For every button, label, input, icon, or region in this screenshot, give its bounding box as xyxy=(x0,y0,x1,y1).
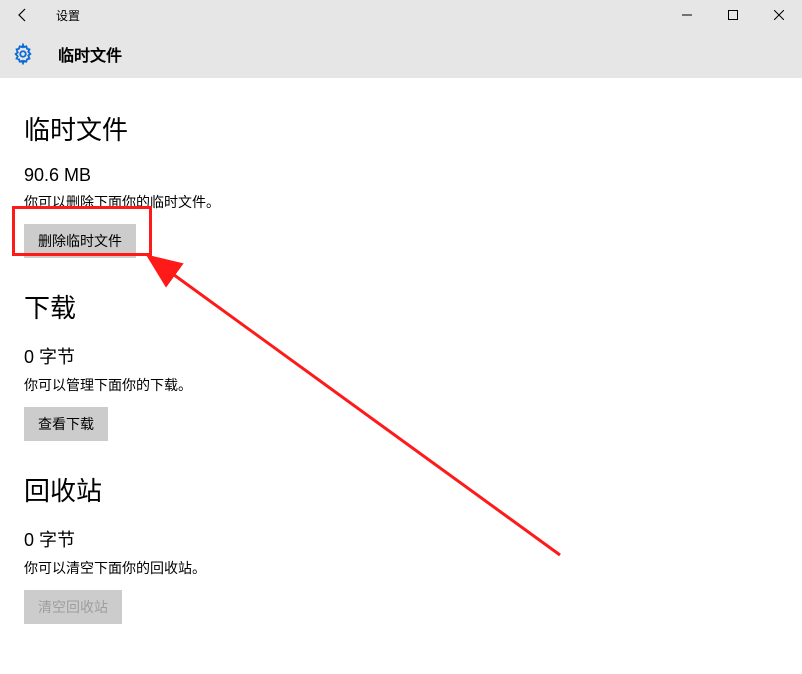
titlebar: 设置 xyxy=(0,0,802,30)
section-temp-files: 临时文件 90.6 MB 你可以删除下面你的临时文件。 删除临时文件 xyxy=(24,110,778,258)
downloads-size: 0 字节 xyxy=(24,343,778,369)
downloads-desc: 你可以管理下面你的下载。 xyxy=(24,375,778,395)
maximize-button[interactable] xyxy=(710,0,756,30)
temp-desc: 你可以删除下面你的临时文件。 xyxy=(24,192,778,212)
delete-temp-button[interactable]: 删除临时文件 xyxy=(24,224,136,258)
section-recycle-bin: 回收站 0 字节 你可以清空下面你的回收站。 清空回收站 xyxy=(24,471,778,624)
downloads-heading: 下载 xyxy=(24,288,778,325)
recycle-heading: 回收站 xyxy=(24,471,778,508)
recycle-desc: 你可以清空下面你的回收站。 xyxy=(24,558,778,578)
page-title: 临时文件 xyxy=(58,42,122,66)
minimize-button[interactable] xyxy=(664,0,710,30)
empty-recycle-button[interactable]: 清空回收站 xyxy=(24,590,122,624)
content-area: 临时文件 90.6 MB 你可以删除下面你的临时文件。 删除临时文件 下载 0 … xyxy=(0,78,802,674)
window-title: 设置 xyxy=(56,7,80,24)
page-header: 临时文件 xyxy=(0,30,802,78)
gear-icon xyxy=(12,43,34,65)
section-downloads: 下载 0 字节 你可以管理下面你的下载。 查看下载 xyxy=(24,288,778,441)
back-button[interactable] xyxy=(0,0,46,30)
view-downloads-button[interactable]: 查看下载 xyxy=(24,407,108,441)
recycle-size: 0 字节 xyxy=(24,526,778,552)
temp-size: 90.6 MB xyxy=(24,165,778,186)
temp-heading: 临时文件 xyxy=(24,110,778,147)
window-controls xyxy=(664,0,802,30)
close-button[interactable] xyxy=(756,0,802,30)
